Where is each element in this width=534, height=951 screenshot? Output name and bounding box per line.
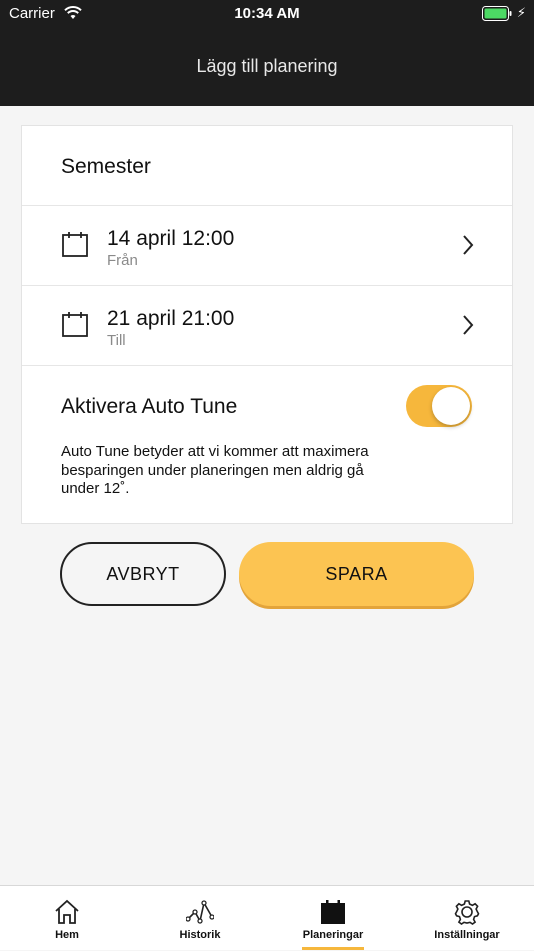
calendar-icon — [61, 230, 89, 263]
name-row[interactable]: Semester — [22, 126, 512, 206]
home-icon — [22, 899, 112, 925]
tab-schedules-label: Planeringar — [302, 929, 364, 941]
tab-home[interactable]: Hem — [22, 886, 112, 951]
status-bar: Carrier 10:34 AM ⚡ — [0, 0, 534, 28]
status-time: 10:34 AM — [234, 5, 300, 22]
history-icon — [155, 899, 245, 925]
auto-tune-title: Aktivera Auto Tune — [61, 395, 238, 418]
save-button[interactable]: SPARA — [239, 542, 474, 606]
auto-tune-toggle[interactable] — [406, 385, 472, 427]
to-date-row[interactable]: 21 april 21:00 Till — [22, 286, 512, 366]
auto-tune-row: Aktivera Auto Tune Auto Tune betyder att… — [22, 366, 512, 525]
toggle-knob — [432, 387, 470, 425]
schedule-form-card: Semester 14 april 12:00 Från 21 april 21… — [21, 125, 513, 524]
navigation-bar: Lägg till planering — [0, 28, 534, 106]
cancel-button[interactable]: AVBRYT — [60, 542, 226, 606]
from-date-row[interactable]: 14 april 12:00 Från — [22, 206, 512, 286]
from-date-label: Från — [107, 252, 138, 269]
tab-history-label: Historik — [179, 929, 221, 941]
to-date-value: 21 april 21:00 — [107, 307, 235, 330]
tab-settings[interactable]: Inställningar — [422, 886, 512, 951]
page-title: Lägg till planering — [196, 56, 338, 76]
to-date-label: Till — [107, 332, 126, 349]
chevron-right-icon — [462, 314, 474, 341]
charging-icon: ⚡ — [516, 5, 526, 20]
calendar-icon — [288, 899, 378, 925]
gear-icon — [422, 899, 512, 925]
tab-history[interactable]: Historik — [155, 886, 245, 951]
calendar-icon — [61, 310, 89, 343]
tab-schedules[interactable]: Planeringar — [288, 886, 378, 951]
tab-settings-label: Inställningar — [434, 929, 500, 941]
tab-bar: Hem Historik Planeringar Inställningar — [0, 885, 534, 950]
tab-home-label: Hem — [55, 929, 79, 941]
from-date-value: 14 april 12:00 — [107, 227, 235, 250]
battery-icon — [482, 6, 512, 25]
auto-tune-description: Auto Tune betyder att vi kommer att maxi… — [61, 443, 369, 497]
chevron-right-icon — [462, 234, 474, 261]
schedule-name[interactable]: Semester — [61, 155, 151, 179]
